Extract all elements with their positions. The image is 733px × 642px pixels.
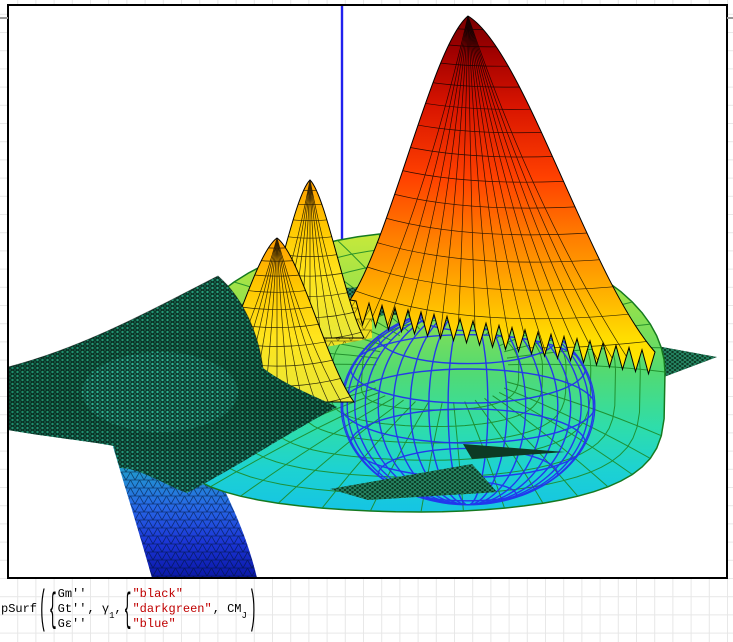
region-marker-right: [727, 17, 733, 19]
matrix-arg: Gε'': [58, 617, 87, 632]
psurf-expression[interactable]: pSurf ( { Gm'' Gt'' Gε'' , γ1, { "black"…: [1, 582, 258, 636]
colors-brace: {: [124, 589, 132, 629]
matrix-arg: Gm'': [58, 587, 87, 602]
color-args: "black" "darkgreen" "blue": [132, 587, 211, 632]
color-arg: "black": [132, 587, 211, 602]
matrix-args: Gm'' Gt'' Gε'': [58, 587, 87, 632]
color-arg: "darkgreen": [132, 602, 211, 617]
color-arg: "blue": [132, 617, 211, 632]
function-name: pSurf: [1, 602, 37, 616]
worksheet: pSurf ( { Gm'' Gt'' Gε'' , γ1, { "black"…: [0, 0, 733, 642]
gamma-argument: , γ1,: [87, 602, 121, 616]
colormap-argument: , CMJ: [213, 602, 247, 616]
close-paren: ): [249, 586, 257, 632]
surface-plot-region[interactable]: [0, 0, 733, 642]
open-paren: (: [39, 586, 47, 632]
region-marker-left: [0, 17, 8, 19]
matrix-arg: Gt'': [58, 602, 87, 617]
matrix-brace: {: [49, 589, 57, 629]
